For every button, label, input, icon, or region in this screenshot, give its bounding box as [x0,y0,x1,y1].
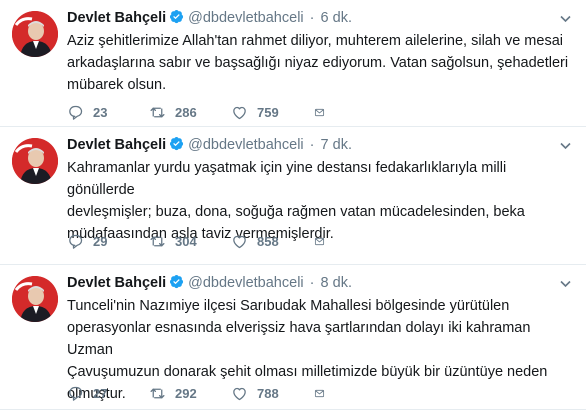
like-count: 858 [257,233,279,249]
like-count: 759 [257,104,279,120]
like-icon [233,235,246,248]
like-button[interactable]: 788 [231,385,314,402]
tweet-header: Devlet Bahçeli @dbdevletbahceli · 7 dk. [67,136,352,155]
chevron-down-icon[interactable] [559,277,572,290]
retweet-count: 292 [175,385,197,401]
message-button[interactable] [314,385,334,402]
message-icon [314,108,325,116]
like-button[interactable]: 759 [231,104,314,121]
avatar[interactable] [12,276,58,322]
retweet-button[interactable]: 292 [149,385,231,402]
header-separator: · [309,275,315,291]
retweet-icon [150,236,165,246]
verified-badge-icon [170,136,184,151]
tweet-time[interactable]: 8 dk. [321,275,352,291]
chevron-down-icon[interactable] [559,139,572,152]
reply-button[interactable]: 29 [67,233,149,250]
like-button[interactable]: 858 [231,233,314,250]
retweet-count: 304 [175,233,197,249]
tweet-actions: 27 292 788 [67,383,334,403]
reply-button[interactable]: 23 [67,104,149,121]
tweet-text: Aziz şehitlerimize Allah'tan rahmet dili… [67,33,569,93]
retweet-count: 286 [175,104,197,120]
header-separator: · [309,10,315,26]
avatar[interactable] [12,138,58,184]
message-button[interactable] [314,104,334,121]
author-handle[interactable]: @dbdevletbahceli [188,10,304,26]
author-name[interactable]: Devlet Bahçeli [67,137,166,153]
tweet[interactable]: Devlet Bahçeli @dbdevletbahceli · 8 dk. T… [0,265,586,410]
verified-badge-icon [170,9,184,24]
header-separator: · [309,137,315,153]
reply-icon [69,386,83,401]
reply-count: 23 [93,104,108,120]
reply-count: 29 [93,233,108,249]
tweet-actions: 29 304 858 [67,231,334,251]
tweet-feed: Devlet Bahçeli @dbdevletbahceli · 6 dk. A… [0,0,586,410]
tweet[interactable]: Devlet Bahçeli @dbdevletbahceli · 6 dk. A… [0,0,586,127]
tweet-time[interactable]: 6 dk. [321,10,352,26]
message-icon [314,389,325,397]
author-name[interactable]: Devlet Bahçeli [67,10,166,26]
tweet-header: Devlet Bahçeli @dbdevletbahceli · 8 dk. [67,274,352,293]
reply-button[interactable]: 27 [67,385,149,402]
tweet[interactable]: Devlet Bahçeli @dbdevletbahceli · 7 dk. K… [0,127,586,265]
like-count: 788 [257,385,279,401]
like-icon [233,106,246,119]
retweet-button[interactable]: 286 [149,104,231,121]
author-handle[interactable]: @dbdevletbahceli [188,275,304,291]
verified-badge-icon [170,274,184,289]
reply-icon [69,234,83,249]
message-icon [314,237,325,245]
reply-icon [69,105,83,120]
message-button[interactable] [314,233,334,250]
reply-count: 27 [93,385,108,401]
chevron-down-icon[interactable] [559,12,572,25]
author-name[interactable]: Devlet Bahçeli [67,275,166,291]
author-handle[interactable]: @dbdevletbahceli [188,137,304,153]
tweet-actions: 23 286 759 [67,102,334,122]
retweet-icon [150,107,165,117]
tweet-header: Devlet Bahçeli @dbdevletbahceli · 6 dk. [67,9,352,28]
retweet-icon [150,388,165,398]
tweet-time[interactable]: 7 dk. [321,137,352,153]
avatar[interactable] [12,11,58,57]
like-icon [233,387,246,400]
retweet-button[interactable]: 304 [149,233,231,250]
